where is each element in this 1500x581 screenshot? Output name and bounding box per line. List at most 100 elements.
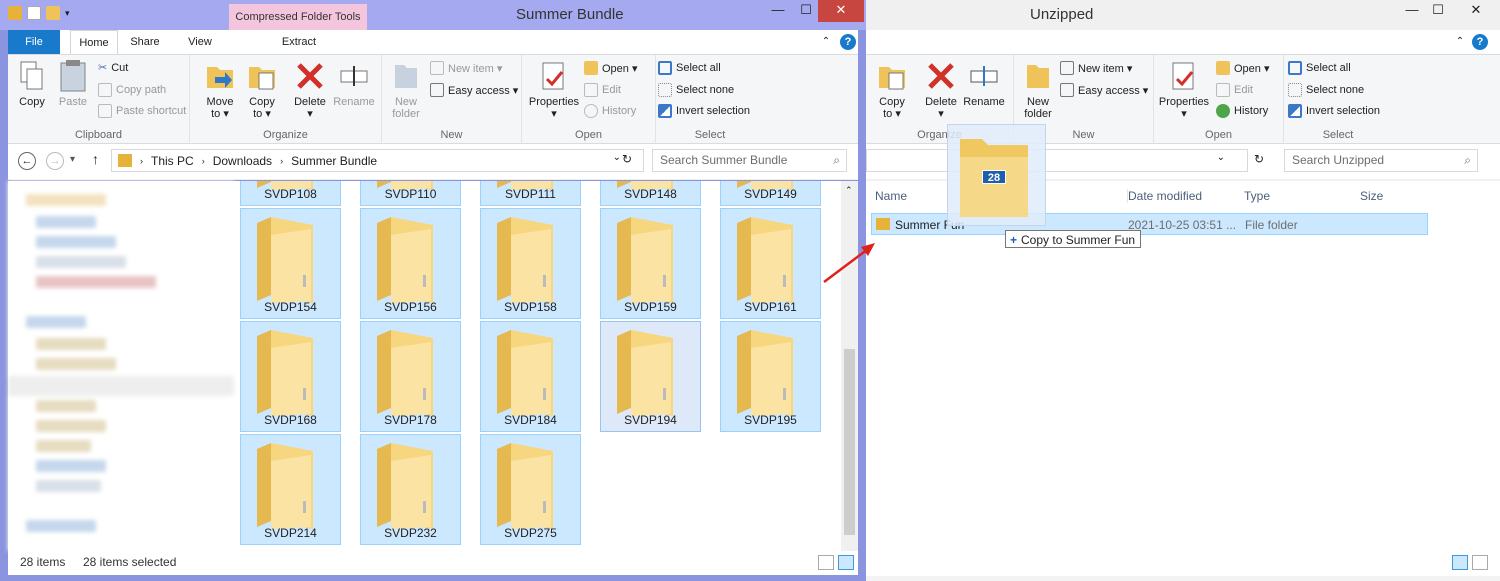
- select-none-button[interactable]: Select none: [1288, 83, 1364, 97]
- collapse-ribbon-icon[interactable]: ⌃: [1452, 30, 1468, 54]
- folder-item[interactable]: SVDP161: [720, 208, 821, 319]
- folder-icon[interactable]: [8, 6, 22, 20]
- help-icon[interactable]: ?: [840, 34, 856, 50]
- edit-button[interactable]: Edit: [1216, 83, 1253, 97]
- folder-item[interactable]: SVDP110: [360, 181, 461, 206]
- folder-item[interactable]: SVDP159: [600, 208, 701, 319]
- folder-item[interactable]: SVDP168: [240, 321, 341, 432]
- folder-item[interactable]: SVDP156: [360, 208, 461, 319]
- folder-grid[interactable]: SVDP108 SVDP110 SVDP111 SVDP148 SVDP149 SVDP1…: [240, 181, 840, 551]
- easy-access-button[interactable]: Easy access ▾: [430, 83, 518, 97]
- maximize-button[interactable]: ☐: [792, 0, 820, 22]
- search-input[interactable]: Search Summer Bundle ⌕: [652, 149, 847, 172]
- easy-access-button[interactable]: Easy access ▾: [1060, 83, 1148, 97]
- chevron-down-icon[interactable]: ⌄: [1217, 152, 1225, 163]
- folder-item[interactable]: SVDP214: [240, 434, 341, 545]
- help-icon[interactable]: ?: [1472, 34, 1488, 50]
- search-input[interactable]: Search Unzipped ⌕: [1284, 149, 1478, 172]
- refresh-icon[interactable]: ↻: [1254, 152, 1264, 166]
- history-button[interactable]: History: [584, 104, 636, 118]
- column-name[interactable]: Name: [875, 189, 907, 203]
- collapse-ribbon-icon[interactable]: ⌃: [818, 30, 834, 54]
- rename-button[interactable]: Rename: [962, 59, 1006, 108]
- close-button[interactable]: ✕: [1456, 0, 1496, 22]
- folder-item[interactable]: SVDP195: [720, 321, 821, 432]
- new-folder-button[interactable]: New folder: [1018, 59, 1058, 120]
- scrollbar-thumb[interactable]: [844, 349, 855, 535]
- breadcrumb-downloads[interactable]: Downloads: [213, 154, 272, 168]
- edit-button[interactable]: Edit: [584, 83, 621, 97]
- minimize-button[interactable]: —: [764, 0, 792, 22]
- folder-item[interactable]: SVDP184: [480, 321, 581, 432]
- copy-button[interactable]: Copy: [14, 59, 50, 108]
- select-all-button[interactable]: Select all: [1288, 61, 1351, 75]
- copy-to-button[interactable]: Copy to ▾: [874, 59, 910, 120]
- minimize-button[interactable]: —: [1398, 0, 1426, 22]
- folder-item[interactable]: SVDP108: [240, 181, 341, 206]
- recent-locations-icon[interactable]: ▾: [70, 154, 75, 165]
- breadcrumb-summer-bundle[interactable]: Summer Bundle: [291, 154, 377, 168]
- copy-to-button[interactable]: Copy to ▾: [244, 59, 280, 120]
- new-item-button[interactable]: New item ▾: [430, 61, 502, 75]
- folder-item[interactable]: SVDP158: [480, 208, 581, 319]
- folder-item[interactable]: SVDP154: [240, 208, 341, 319]
- refresh-icon[interactable]: ↻: [622, 152, 632, 166]
- vertical-scrollbar[interactable]: ⌃: [841, 181, 858, 551]
- up-button[interactable]: ↑: [92, 151, 99, 167]
- column-date-modified[interactable]: Date modified: [1127, 189, 1202, 203]
- breadcrumb-this-pc[interactable]: This PC: [151, 154, 194, 168]
- back-button[interactable]: ←: [18, 152, 36, 170]
- properties-button[interactable]: Properties ▾: [1156, 59, 1212, 120]
- invert-selection-button[interactable]: Invert selection: [658, 104, 750, 118]
- folder-item[interactable]: SVDP275: [480, 434, 581, 545]
- delete-button[interactable]: Delete ▾: [921, 59, 961, 120]
- folder-item[interactable]: SVDP194: [600, 321, 701, 432]
- title-bar[interactable]: ▾ Compressed Folder Tools Summer Bundle …: [0, 0, 866, 30]
- select-none-button[interactable]: Select none: [658, 83, 734, 97]
- file-list[interactable]: Name Date modified Type Size Summer Fun …: [866, 181, 1500, 576]
- navigation-pane[interactable]: [8, 181, 234, 551]
- title-bar[interactable]: Unzipped — ☐ ✕: [866, 0, 1500, 30]
- maximize-button[interactable]: ☐: [1424, 0, 1452, 22]
- move-to-button[interactable]: Move to ▾: [202, 59, 238, 120]
- scroll-up-icon[interactable]: ⌃: [845, 185, 853, 196]
- tab-share[interactable]: Share: [123, 30, 167, 54]
- paste-button[interactable]: Paste: [54, 59, 92, 108]
- address-bar[interactable]: ⌄: [866, 149, 1248, 172]
- open-button[interactable]: Open ▾: [584, 61, 638, 75]
- tab-file[interactable]: File: [8, 30, 60, 54]
- invert-selection-button[interactable]: Invert selection: [1288, 104, 1380, 118]
- delete-button[interactable]: Delete ▾: [290, 59, 330, 120]
- folder-item[interactable]: SVDP232: [360, 434, 461, 545]
- select-all-button[interactable]: Select all: [658, 61, 721, 75]
- folder-item[interactable]: SVDP111: [480, 181, 581, 206]
- forward-button[interactable]: →: [46, 152, 64, 170]
- paste-shortcut-button[interactable]: Paste shortcut: [98, 104, 186, 118]
- tab-extract[interactable]: Extract: [230, 30, 368, 54]
- close-button[interactable]: ✕: [818, 0, 864, 22]
- large-icons-view-button[interactable]: [838, 555, 854, 570]
- details-view-button[interactable]: [818, 555, 834, 570]
- new-folder-button[interactable]: New folder: [388, 59, 424, 120]
- new-folder-icon[interactable]: [46, 6, 60, 20]
- chevron-down-icon[interactable]: ⌄: [613, 152, 621, 163]
- chevron-down-icon[interactable]: ▾: [65, 8, 70, 19]
- column-type[interactable]: Type: [1244, 189, 1270, 203]
- column-size[interactable]: Size: [1360, 189, 1383, 203]
- folder-item[interactable]: SVDP148: [600, 181, 701, 206]
- tab-home[interactable]: Home: [70, 30, 118, 54]
- address-bar[interactable]: › This PC › Downloads › Summer Bundle ⌄: [111, 149, 644, 172]
- history-button[interactable]: History: [1216, 104, 1268, 118]
- new-item-button[interactable]: New item ▾: [1060, 61, 1132, 75]
- open-button[interactable]: Open ▾: [1216, 61, 1270, 75]
- folder-item[interactable]: SVDP149: [720, 181, 821, 206]
- properties-icon[interactable]: [27, 6, 41, 20]
- copy-path-button[interactable]: Copy path: [98, 83, 166, 97]
- details-view-button[interactable]: [1452, 555, 1468, 570]
- cut-button[interactable]: ✂ Cut: [98, 61, 128, 75]
- properties-button[interactable]: Properties ▾: [526, 59, 582, 120]
- large-icons-view-button[interactable]: [1472, 555, 1488, 570]
- folder-item[interactable]: SVDP178: [360, 321, 461, 432]
- tab-view[interactable]: View: [178, 30, 222, 54]
- rename-button[interactable]: Rename: [332, 59, 376, 108]
